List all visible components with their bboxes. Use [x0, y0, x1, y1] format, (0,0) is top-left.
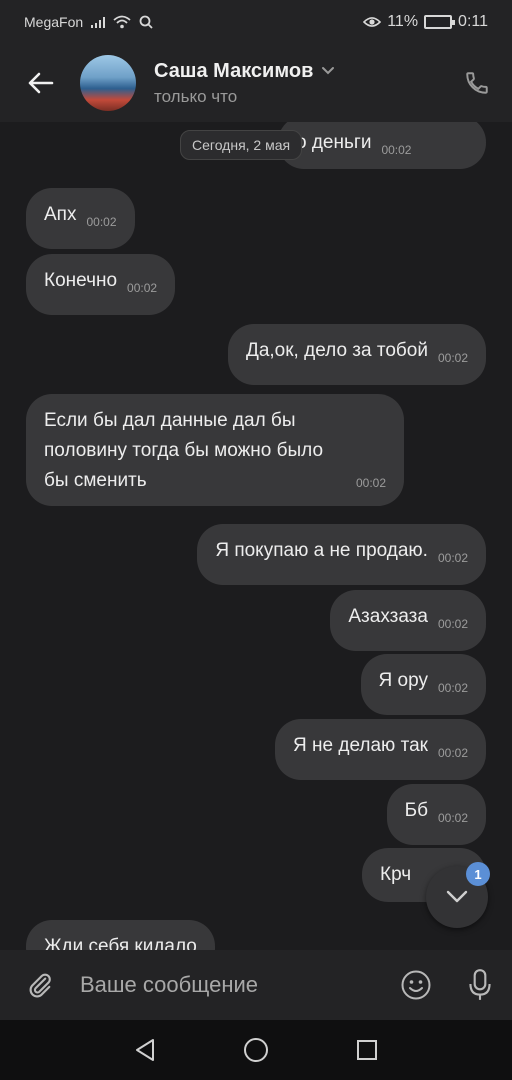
- message-text: Я ору: [378, 670, 428, 691]
- message-time: 00:02: [127, 281, 158, 295]
- message-bubble[interactable]: Если бы дал данные дал бы половину тогда…: [26, 394, 404, 506]
- nav-recents-button[interactable]: [347, 1030, 387, 1070]
- message-text: Крч: [380, 864, 412, 885]
- clock: 0:11: [458, 13, 488, 30]
- message-text: Апх: [44, 204, 77, 225]
- wifi-icon: [113, 15, 131, 29]
- message-bubble[interactable]: Я ору 00:02: [360, 654, 486, 715]
- message-text: Если бы дал данные дал бы: [44, 410, 296, 431]
- contact-title[interactable]: Саша Максимов только что: [154, 60, 335, 107]
- emoji-icon: [401, 970, 431, 1000]
- message-time: 00:02: [437, 681, 468, 695]
- chat-header: Саша Максимов только что: [0, 44, 512, 122]
- scroll-down-icon: [446, 890, 468, 903]
- message-time: 00:02: [437, 551, 468, 565]
- message-time: 00:02: [437, 351, 468, 365]
- message-input[interactable]: [80, 972, 384, 998]
- signal-icon: [91, 16, 106, 28]
- message-text: Я не делаю так: [293, 735, 428, 756]
- nav-back-icon: [136, 1039, 155, 1061]
- phone-icon: [466, 72, 488, 94]
- message-text: о деньги: [296, 132, 372, 153]
- message-bubble[interactable]: Да,ок, дело за тобой 00:02: [227, 324, 486, 385]
- battery-icon: [424, 15, 456, 29]
- call-button[interactable]: [460, 66, 494, 100]
- unread-badge: 1: [466, 862, 490, 886]
- battery-percent: 11%: [387, 13, 419, 30]
- message-text: Азахзаза: [348, 606, 428, 627]
- composer: [0, 950, 512, 1020]
- voice-button[interactable]: [448, 950, 512, 1020]
- message-bubble[interactable]: Азахзаза 00:02: [330, 590, 486, 651]
- message-bubble[interactable]: Апх 00:02: [26, 188, 135, 249]
- message-bubble[interactable]: Бб 00:02: [386, 784, 486, 845]
- eye-icon: [363, 17, 382, 27]
- contact-status: только что: [154, 86, 238, 106]
- message-text: Да,ок, дело за тобой: [245, 340, 428, 361]
- message-bubble[interactable]: Конечно 00:02: [26, 254, 176, 315]
- emoji-button[interactable]: [384, 950, 448, 1020]
- date-separator: Сегодня, 2 мая: [180, 130, 303, 160]
- contact-name: Саша Максимов: [154, 59, 314, 82]
- message-time: 00:02: [355, 476, 386, 490]
- message-text: Конечно: [44, 270, 118, 291]
- nav-back-button[interactable]: [125, 1030, 165, 1070]
- message-bubble[interactable]: Я не делаю так 00:02: [275, 719, 486, 780]
- message-list[interactable]: о деньги 00:02 Сегодня, 2 мая Апх 00:02 Ко…: [0, 122, 512, 950]
- message-time: 00:02: [437, 746, 468, 760]
- system-nav-bar: [0, 1020, 512, 1080]
- microphone-icon: [469, 969, 491, 1000]
- chevron-down-icon: [322, 67, 335, 75]
- message-time: 00:02: [381, 143, 412, 157]
- message-text: Я покупаю а не продаю.: [215, 540, 428, 561]
- avatar[interactable]: [80, 55, 136, 111]
- message-time: 00:02: [437, 811, 468, 825]
- nav-home-button[interactable]: [236, 1030, 276, 1070]
- message-text: бы сменить: [44, 470, 147, 491]
- search-icon: [139, 15, 153, 29]
- attach-button[interactable]: [0, 950, 80, 1020]
- nav-recents-icon: [356, 1040, 377, 1060]
- nav-home-icon: [243, 1038, 268, 1062]
- message-text: половину тогда бы можно было: [44, 440, 324, 461]
- message-bubble[interactable]: Я покупаю а не продаю. 00:02: [197, 524, 486, 585]
- status-bar: MegaFon 11% 0:11: [0, 0, 512, 44]
- paperclip-icon: [29, 973, 51, 998]
- message-bubble[interactable]: о деньги 00:02: [278, 122, 486, 169]
- message-bubble[interactable]: Жди себя кидало: [26, 920, 215, 950]
- message-text: Жди себя кидало: [44, 936, 197, 950]
- carrier-label: MegaFon: [24, 14, 84, 30]
- message-time: 00:02: [86, 215, 117, 229]
- message-time: 00:02: [437, 617, 468, 631]
- message-text: Бб: [404, 800, 428, 821]
- back-arrow-icon: [28, 72, 54, 94]
- back-button[interactable]: [0, 44, 80, 122]
